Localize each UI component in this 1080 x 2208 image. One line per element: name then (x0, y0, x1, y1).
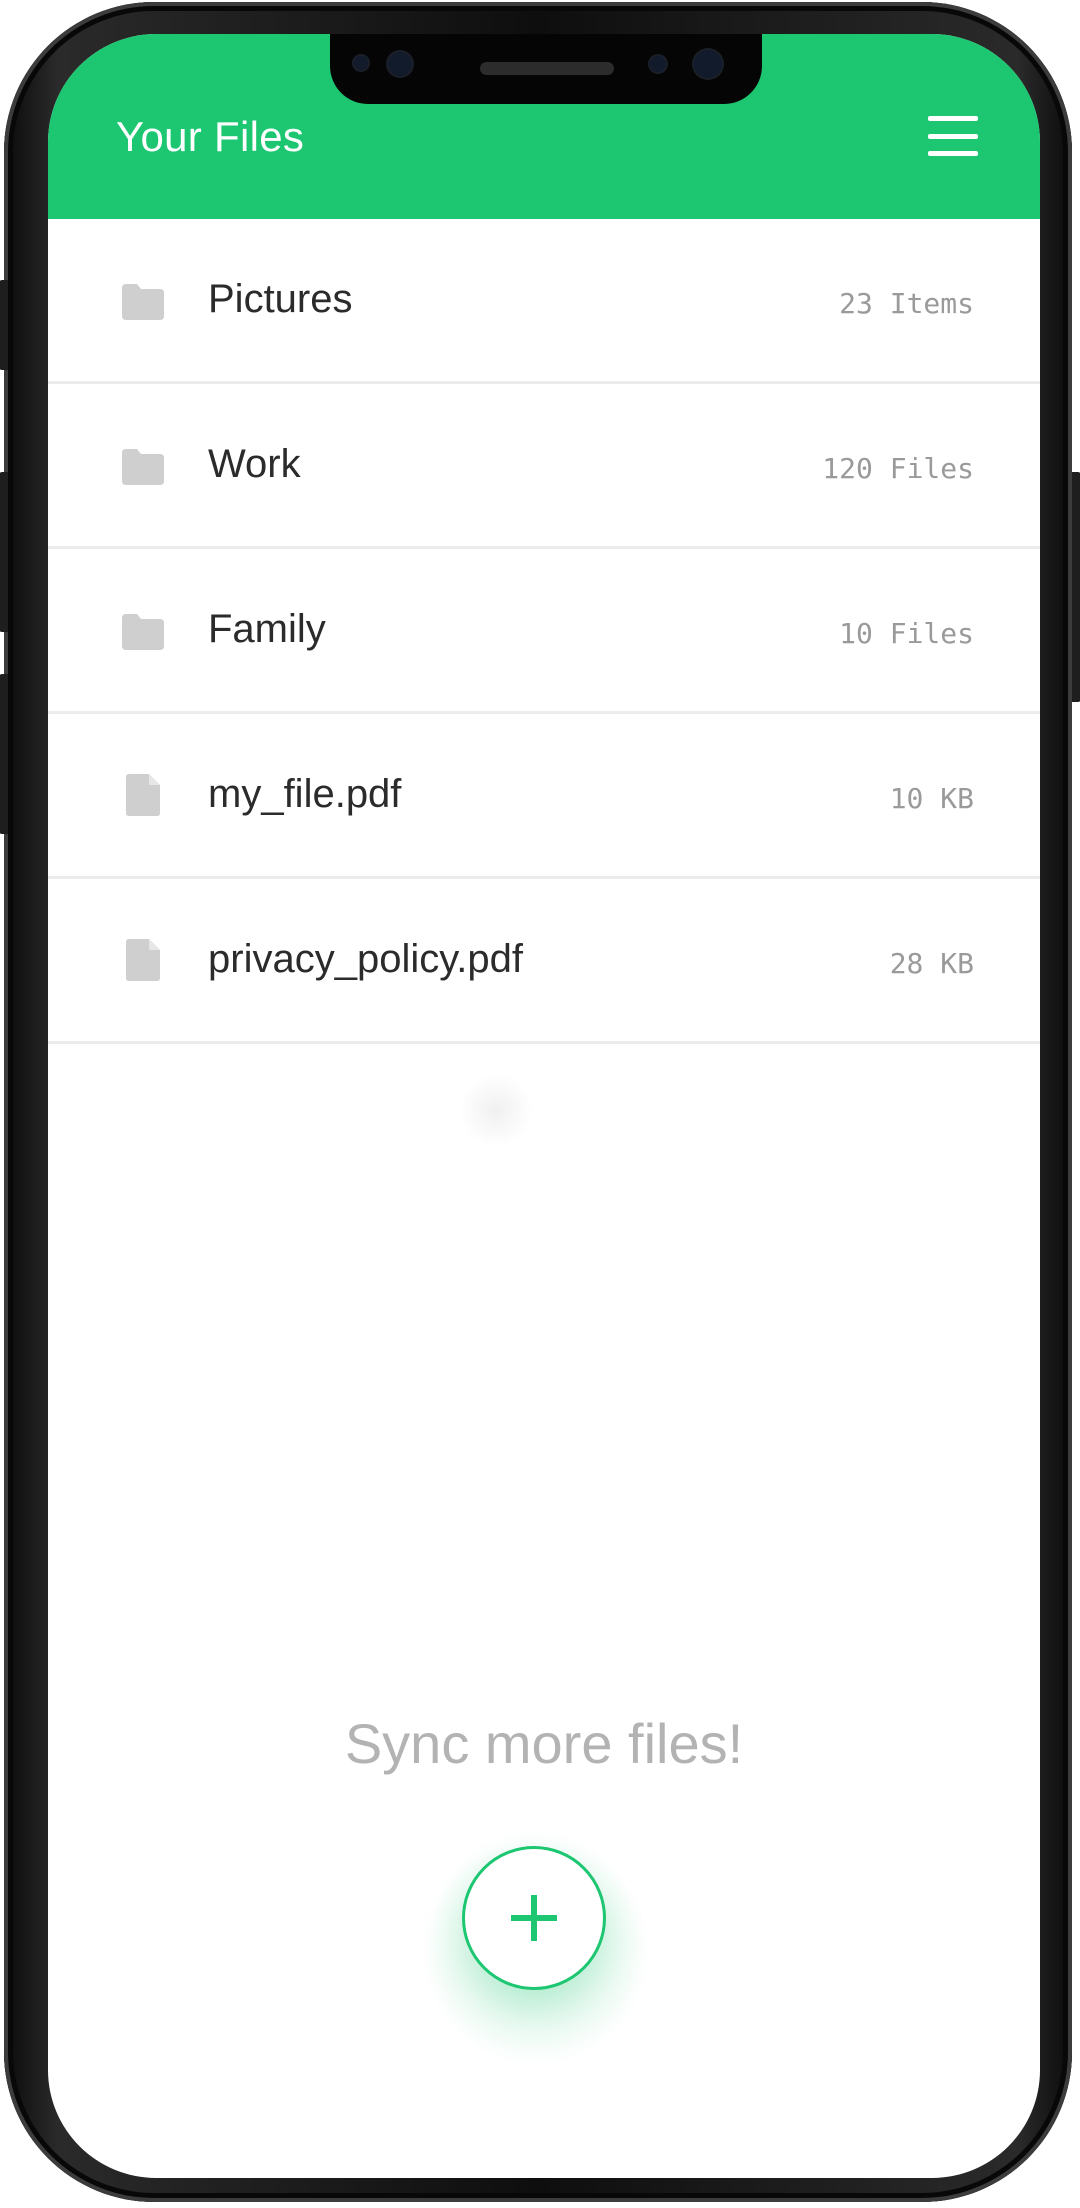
item-name: my_file.pdf (208, 772, 402, 816)
volume-up-button (0, 472, 8, 632)
front-camera-icon (388, 52, 412, 76)
sync-prompt: Sync more files! (344, 1712, 744, 1775)
item-meta: 120 Files (822, 452, 974, 485)
sensor-icon (354, 56, 368, 70)
menu-button[interactable] (928, 116, 978, 156)
file-list: Pictures 23 Items Work 120 Files Family 10 Fi… (48, 219, 1040, 1044)
folder-row[interactable]: Pictures 23 Items (48, 219, 1040, 384)
file-row[interactable]: privacy_policy.pdf 28 KB (48, 879, 1040, 1044)
item-name: Family (208, 607, 326, 651)
item-meta: 10 Files (839, 617, 974, 650)
phone-frame: Your Files Pictures 23 Items Work 120 Files… (0, 2, 1080, 2202)
page-title: Your Files (116, 113, 305, 160)
item-name: Work (208, 442, 301, 486)
folder-icon (122, 284, 164, 320)
folder-row[interactable]: Work 120 Files (48, 384, 1040, 549)
item-name: Pictures (208, 277, 353, 321)
hamburger-menu-icon-bar (928, 133, 978, 139)
file-icon (126, 939, 168, 981)
face-id-camera-icon (694, 50, 722, 78)
hamburger-menu-icon (928, 116, 978, 121)
power-button (1072, 472, 1080, 702)
item-meta: 23 Items (839, 287, 974, 320)
plus-icon (511, 1895, 557, 1941)
volume-down-button (0, 674, 8, 834)
hamburger-menu-icon-bar (928, 151, 978, 156)
item-name: privacy_policy.pdf (208, 937, 523, 981)
folder-row[interactable]: Family 10 Files (48, 549, 1040, 714)
folder-icon (122, 614, 164, 650)
speaker-grille (480, 62, 614, 75)
screen: Your Files Pictures 23 Items Work 120 Files… (48, 34, 1040, 2178)
file-icon (126, 774, 168, 816)
file-row[interactable]: my_file.pdf 10 KB (48, 714, 1040, 879)
silent-switch (0, 280, 8, 370)
background-noise (456, 1070, 536, 1150)
item-meta: 10 KB (889, 782, 974, 815)
item-meta: 28 KB (889, 947, 974, 980)
add-file-button[interactable] (462, 1846, 606, 1990)
sensor-icon (650, 56, 666, 72)
notch (330, 34, 762, 104)
folder-icon (122, 449, 164, 485)
